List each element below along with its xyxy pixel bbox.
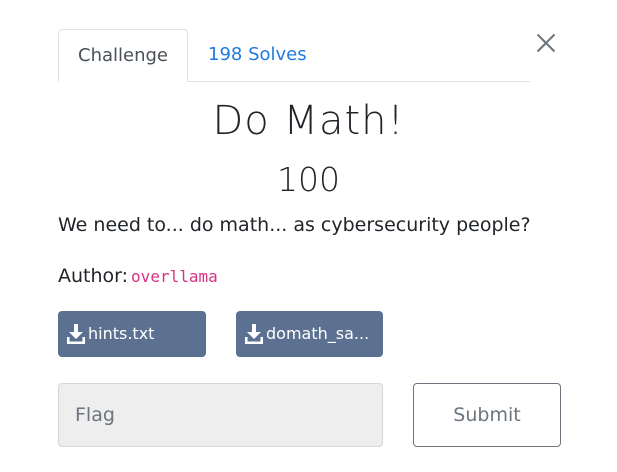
download-icon (245, 324, 263, 344)
challenge-title: Do Math! (212, 98, 405, 144)
file-download-button-hints[interactable]: hints.txt (58, 311, 206, 357)
author-label: Author: (58, 265, 129, 287)
file-label: hints.txt (88, 324, 155, 343)
challenge-description: We need to... do math... as cybersecurit… (58, 214, 531, 236)
author-line: Author: overllama (58, 265, 218, 287)
close-icon[interactable] (534, 31, 558, 55)
challenge-points: 100 (277, 160, 340, 199)
file-label: domath_sa... (266, 324, 370, 343)
flag-input[interactable] (58, 383, 383, 447)
tab-solves[interactable]: 198 Solves (208, 29, 307, 80)
submit-button[interactable]: Submit (413, 383, 561, 447)
tab-bar: Challenge 198 Solves (58, 29, 530, 82)
challenge-modal: Challenge 198 Solves Do Math! 100 We nee… (0, 0, 617, 472)
download-icon (67, 324, 85, 344)
file-download-button-domath[interactable]: domath_sa... (236, 311, 383, 357)
author-name: overllama (131, 267, 218, 286)
tab-challenge[interactable]: Challenge (58, 29, 188, 82)
